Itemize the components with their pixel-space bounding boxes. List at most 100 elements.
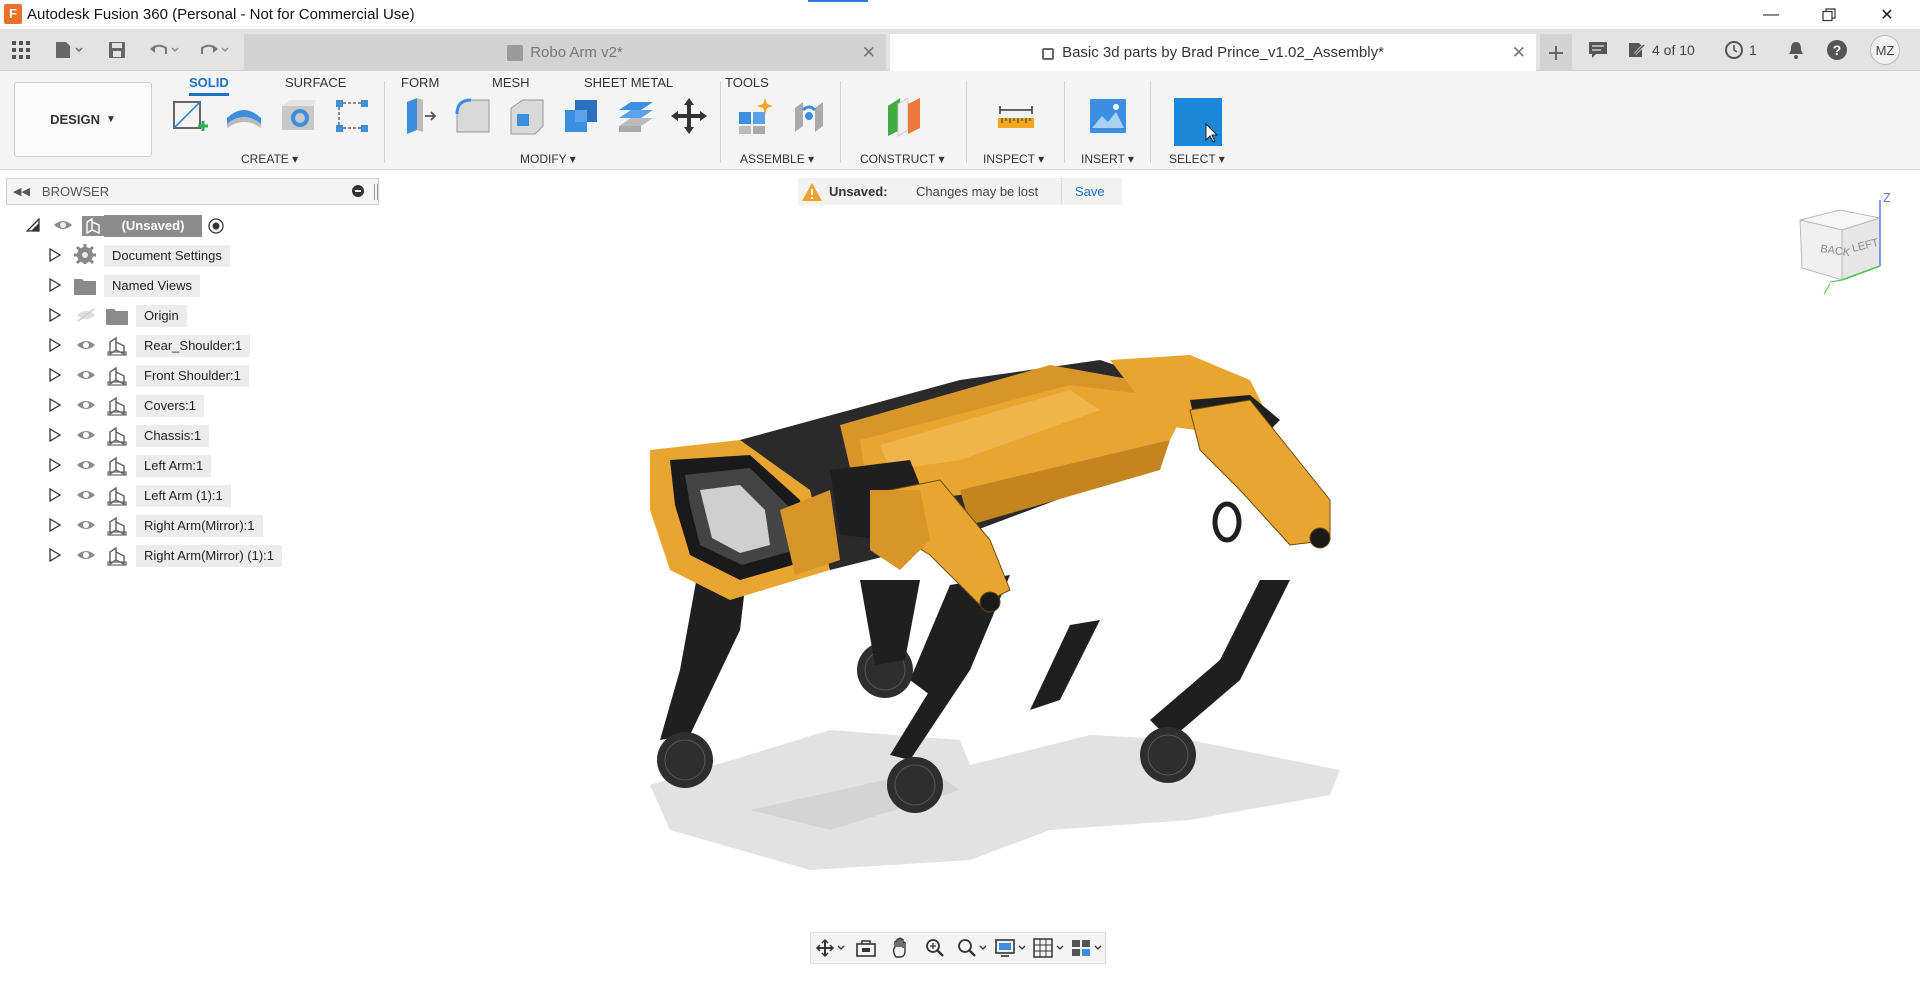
collapse-arrow-icon[interactable] bbox=[26, 218, 40, 232]
browser-item-chassis[interactable]: Chassis:1 bbox=[0, 423, 380, 449]
workspace-switcher[interactable]: DESIGN ▼ bbox=[14, 82, 152, 157]
fit-button[interactable] bbox=[952, 934, 990, 962]
measure-icon[interactable] bbox=[994, 94, 1038, 138]
visibility-eye-icon[interactable] bbox=[76, 487, 96, 503]
user-avatar[interactable]: MZ bbox=[1870, 35, 1900, 65]
browser-resize-handle[interactable] bbox=[374, 184, 378, 200]
browser-item-left-arm-1[interactable]: Left Arm (1):1 bbox=[0, 483, 380, 509]
visibility-eye-icon[interactable] bbox=[53, 217, 73, 233]
combine-icon[interactable] bbox=[559, 94, 603, 138]
move-copy-icon[interactable] bbox=[667, 94, 711, 138]
extrude-icon[interactable] bbox=[222, 94, 266, 138]
expand-arrow-icon[interactable] bbox=[48, 368, 62, 382]
browser-item-covers[interactable]: Covers:1 bbox=[0, 393, 380, 419]
fillet-icon[interactable] bbox=[451, 94, 495, 138]
browser-panel-header[interactable]: ◀◀ BROWSER bbox=[6, 178, 379, 205]
viewcube[interactable]: BACK LEFT Z bbox=[1790, 190, 1890, 300]
tab-mesh[interactable]: MESH bbox=[492, 75, 530, 90]
tab-basic-3d-parts[interactable]: Basic 3d parts by Brad Prince_v1.02_Asse… bbox=[890, 34, 1536, 71]
notifications-bell-icon[interactable] bbox=[1783, 37, 1809, 63]
tab-form[interactable]: FORM bbox=[401, 75, 439, 90]
tab-robo-arm[interactable]: Robo Arm v2* ✕ bbox=[244, 34, 886, 71]
minimize-button[interactable]: — bbox=[1742, 0, 1800, 29]
file-menu-icon[interactable] bbox=[48, 37, 88, 63]
visibility-eye-icon[interactable] bbox=[76, 547, 96, 563]
joint-icon[interactable] bbox=[787, 94, 831, 138]
visibility-eye-icon[interactable] bbox=[76, 397, 96, 413]
expand-arrow-icon[interactable] bbox=[48, 458, 62, 472]
group-construct[interactable]: CONSTRUCT ▾ bbox=[860, 152, 944, 166]
expand-arrow-icon[interactable] bbox=[48, 308, 62, 322]
new-component-icon[interactable] bbox=[733, 94, 777, 138]
orbit-button[interactable] bbox=[811, 934, 849, 962]
group-select[interactable]: SELECT ▾ bbox=[1169, 152, 1225, 166]
close-tab-icon[interactable]: ✕ bbox=[1512, 43, 1526, 63]
comments-icon[interactable] bbox=[1585, 37, 1611, 63]
robot-dog-model[interactable] bbox=[630, 340, 1350, 870]
expand-arrow-icon[interactable] bbox=[48, 488, 62, 502]
app-grid-icon[interactable] bbox=[8, 37, 34, 63]
pan-button[interactable] bbox=[884, 934, 918, 962]
browser-root-row[interactable]: (Unsaved) bbox=[0, 213, 380, 239]
browser-item-rear-shoulder[interactable]: Rear_Shoulder:1 bbox=[0, 333, 380, 359]
browser-minus-icon[interactable] bbox=[352, 185, 364, 200]
history-status[interactable]: 1 bbox=[1724, 38, 1757, 62]
group-create[interactable]: CREATE ▾ bbox=[241, 152, 298, 166]
revolve-icon[interactable] bbox=[276, 94, 320, 138]
visibility-eye-icon[interactable] bbox=[76, 517, 96, 533]
browser-item-document-settings[interactable]: Document Settings bbox=[0, 243, 380, 269]
look-at-button[interactable] bbox=[849, 934, 883, 962]
group-modify[interactable]: MODIFY ▾ bbox=[520, 152, 576, 166]
expand-arrow-icon[interactable] bbox=[48, 518, 62, 532]
expand-arrow-icon[interactable] bbox=[48, 278, 62, 292]
visibility-eye-icon[interactable] bbox=[76, 427, 96, 443]
job-status[interactable]: 4 of 10 bbox=[1627, 38, 1695, 62]
viewports-button[interactable] bbox=[1067, 934, 1105, 962]
close-tab-icon[interactable]: ✕ bbox=[862, 43, 876, 63]
offset-plane-icon[interactable] bbox=[882, 94, 926, 138]
browser-item-front-shoulder[interactable]: Front Shoulder:1 bbox=[0, 363, 380, 389]
tab-sheet-metal[interactable]: SHEET METAL bbox=[584, 75, 673, 90]
group-insert[interactable]: INSERT ▾ bbox=[1081, 152, 1134, 166]
expand-arrow-icon[interactable] bbox=[48, 248, 62, 262]
expand-arrow-icon[interactable] bbox=[48, 548, 62, 562]
expand-arrow-icon[interactable] bbox=[48, 428, 62, 442]
zoom-button[interactable] bbox=[918, 934, 952, 962]
create-sketch-icon[interactable] bbox=[168, 94, 212, 138]
expand-arrow-icon[interactable] bbox=[48, 398, 62, 412]
activate-radio-icon[interactable] bbox=[208, 218, 224, 234]
redo-icon[interactable] bbox=[196, 37, 232, 63]
group-assemble[interactable]: ASSEMBLE ▾ bbox=[740, 152, 814, 166]
save-icon[interactable] bbox=[104, 37, 130, 63]
hidden-eye-icon[interactable] bbox=[76, 307, 96, 323]
select-tool-icon[interactable] bbox=[1174, 98, 1222, 146]
press-pull-icon[interactable] bbox=[397, 94, 441, 138]
restore-button[interactable] bbox=[1800, 0, 1858, 29]
browser-item-named-views[interactable]: Named Views bbox=[0, 273, 380, 299]
new-tab-button[interactable] bbox=[1540, 34, 1572, 71]
pattern-icon[interactable] bbox=[330, 94, 374, 138]
tab-surface[interactable]: SURFACE bbox=[285, 75, 346, 90]
display-settings-button[interactable] bbox=[990, 934, 1028, 962]
visibility-eye-icon[interactable] bbox=[76, 457, 96, 473]
tab-tools[interactable]: TOOLS bbox=[725, 75, 769, 90]
collapse-browser-icon[interactable]: ◀◀ bbox=[13, 185, 30, 198]
browser-item-origin[interactable]: Origin bbox=[0, 303, 380, 329]
chamfer-icon[interactable] bbox=[505, 94, 549, 138]
offset-face-icon[interactable] bbox=[613, 94, 657, 138]
close-window-button[interactable]: ✕ bbox=[1858, 0, 1916, 29]
undo-icon[interactable] bbox=[146, 37, 182, 63]
component-icon bbox=[107, 366, 127, 386]
browser-item-left-arm[interactable]: Left Arm:1 bbox=[0, 453, 380, 479]
browser-item-right-arm-mirror[interactable]: Right Arm(Mirror):1 bbox=[0, 513, 380, 539]
visibility-eye-icon[interactable] bbox=[76, 337, 96, 353]
save-link[interactable]: Save bbox=[1075, 184, 1105, 199]
expand-arrow-icon[interactable] bbox=[48, 338, 62, 352]
tab-solid[interactable]: SOLID bbox=[189, 75, 229, 96]
browser-item-right-arm-mirror-1[interactable]: Right Arm(Mirror) (1):1 bbox=[0, 543, 380, 569]
help-icon[interactable]: ? bbox=[1824, 37, 1850, 63]
visibility-eye-icon[interactable] bbox=[76, 367, 96, 383]
group-inspect[interactable]: INSPECT ▾ bbox=[983, 152, 1044, 166]
insert-image-icon[interactable] bbox=[1086, 94, 1130, 138]
grid-snaps-button[interactable] bbox=[1029, 934, 1067, 962]
